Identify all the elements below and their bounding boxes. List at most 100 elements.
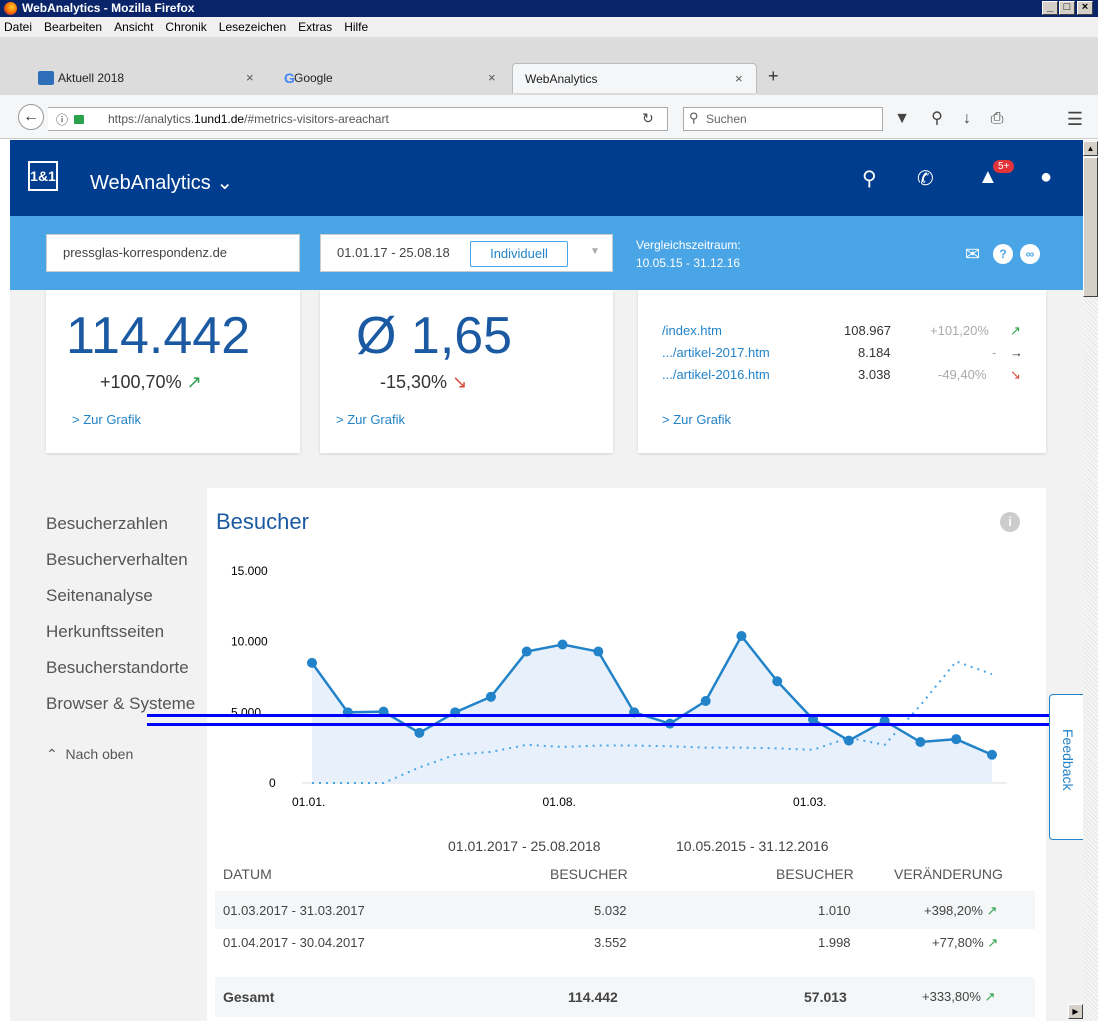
column-header-datum: DATUM	[223, 866, 272, 882]
url-input[interactable]: https://analytics.1und1.de/#metrics-visi…	[48, 107, 668, 131]
page-link[interactable]: /index.htm	[662, 323, 722, 338]
menu-chronik[interactable]: Chronik	[165, 20, 206, 34]
menu-bar: Datei Bearbeiten Ansicht Chronik Lesezeichen…	[0, 17, 1098, 37]
hamburger-menu-icon[interactable]: ☰	[1063, 107, 1087, 131]
tab-aktuell-2018[interactable]: Aktuell 2018 ×	[20, 63, 270, 93]
menu-extras[interactable]: Extras	[298, 20, 332, 34]
dropdown-arrow-icon[interactable]: ▼	[590, 246, 600, 257]
tab-google[interactable]: G Google ×	[270, 63, 510, 93]
page-link[interactable]: .../artikel-2017.htm	[662, 345, 770, 360]
page-link[interactable]: .../artikel-2016.htm	[662, 367, 770, 382]
tab-webanalytics[interactable]: WebAnalytics ×	[512, 63, 757, 93]
top-pages-list: /index.htm 108.967 +101,20% ↗ .../artikel-2…	[662, 320, 1032, 386]
individuell-button[interactable]: Individuell	[470, 241, 568, 267]
visitors-value: 114.442	[66, 307, 251, 365]
close-tab-icon[interactable]: ×	[488, 63, 496, 93]
new-tab-button[interactable]: +	[768, 66, 779, 87]
reload-icon[interactable]: ↻	[642, 110, 654, 127]
close-window-button[interactable]: ×	[1077, 1, 1093, 15]
data-point[interactable]	[700, 696, 711, 707]
visitors-chart-link[interactable]: > Zur Grafik	[72, 412, 141, 427]
maximize-button[interactable]: □	[1059, 1, 1075, 15]
y-tick-label: 15.000	[231, 564, 268, 578]
download-icon[interactable]: ↓	[955, 107, 979, 131]
overlay-line-bottom	[147, 723, 1098, 726]
user-icon[interactable]: ●	[1040, 166, 1052, 189]
column-header-besucher-a: BESUCHER	[550, 866, 628, 882]
menu-hilfe[interactable]: Hilfe	[344, 20, 368, 34]
sidebar-item-besucherzahlen[interactable]: Besucherzahlen	[46, 514, 207, 534]
trend-up-icon: ↗	[186, 372, 202, 392]
phone-icon[interactable]: ✆	[917, 166, 934, 191]
close-tab-icon[interactable]: ×	[246, 63, 254, 93]
search-icon: ⚲	[689, 110, 699, 125]
total-visitors-b: 57.013	[804, 989, 847, 1005]
sidebar-item-herkunftsseiten[interactable]: Herkunftsseiten	[46, 622, 207, 642]
info-icon[interactable]: i	[1000, 512, 1020, 532]
pocket-icon[interactable]: ▼	[890, 107, 914, 131]
period-b-header: 10.05.2015 - 31.12.2016	[676, 838, 829, 854]
data-point[interactable]	[736, 631, 747, 642]
data-point[interactable]	[521, 646, 532, 657]
chart-title: Besucher	[216, 509, 309, 534]
total-change: +333,80% ↗	[922, 989, 995, 1005]
data-point[interactable]	[915, 737, 926, 748]
date-range-selector[interactable]: 01.01.17 - 25.08.18	[320, 234, 613, 272]
compare-period[interactable]: Vergleichszeitraum: 10.05.15 - 31.12.16	[636, 236, 741, 272]
menu-bearbeiten[interactable]: Bearbeiten	[44, 20, 102, 34]
window-title-bar: WebAnalytics - Mozilla Firefox	[0, 0, 1098, 17]
data-point[interactable]	[307, 657, 317, 668]
row-visitors-b: 1.010	[818, 903, 851, 918]
pages-chart-link[interactable]: > Zur Grafik	[662, 412, 731, 427]
page-change: +101,20%	[930, 323, 989, 338]
close-tab-icon[interactable]: ×	[735, 64, 743, 94]
scrollbar-thumb[interactable]	[1083, 157, 1098, 297]
menu-datei[interactable]: Datei	[4, 20, 32, 34]
data-point[interactable]	[557, 639, 568, 650]
info-icon[interactable]: ⓘ	[56, 111, 68, 128]
total-visitors-a: 114.442	[568, 989, 618, 1005]
date-range-value: 01.01.17 - 25.08.18	[337, 245, 450, 260]
column-header-besucher-b: BESUCHER	[776, 866, 854, 882]
domain-selector[interactable]: pressglas-korrespondenz.de	[46, 234, 300, 272]
search-icon[interactable]: ⚲	[925, 107, 949, 131]
data-point[interactable]	[772, 676, 783, 687]
search-input[interactable]: Suchen	[683, 107, 883, 131]
data-point[interactable]	[987, 749, 997, 760]
brand-logo[interactable]: 1&1	[28, 161, 58, 191]
menu-lesezeichen[interactable]: Lesezeichen	[219, 20, 286, 34]
chevron-up-icon: ⌃	[46, 746, 58, 762]
app-title-dropdown[interactable]: WebAnalytics ⌄	[90, 170, 233, 195]
overlay-line-top	[147, 714, 1098, 717]
avg-chart-link[interactable]: > Zur Grafik	[336, 412, 405, 427]
back-button[interactable]: ←	[18, 104, 44, 130]
data-point[interactable]	[843, 735, 854, 746]
row-change-value: +77,80%	[932, 935, 984, 950]
help-icon[interactable]: ?	[993, 244, 1013, 264]
mail-icon[interactable]: ✉	[965, 244, 980, 265]
url-path: /#metrics-visitors-areachart	[244, 112, 389, 126]
notification-badge: 5+	[993, 160, 1015, 173]
data-point[interactable]	[414, 727, 425, 738]
trend-up-icon: ↗	[986, 903, 998, 918]
sidebar-item-seitenanalyse[interactable]: Seitenanalyse	[46, 586, 207, 606]
back-to-top-link[interactable]: ⌃ Nach oben	[46, 746, 133, 763]
link-icon[interactable]: ∞	[1020, 244, 1040, 264]
visitors-change: +100,70% ↗	[100, 372, 202, 393]
search-icon[interactable]: ⚲	[862, 166, 877, 191]
feedback-tab[interactable]: Feedback	[1049, 694, 1083, 840]
scroll-right-arrow-icon[interactable]: ▶	[1068, 1004, 1083, 1019]
data-point[interactable]	[485, 691, 496, 702]
page-count: 3.038	[858, 367, 891, 382]
app-title: WebAnalytics	[90, 172, 211, 194]
print-icon[interactable]: ⎙	[985, 107, 1009, 131]
menu-ansicht[interactable]: Ansicht	[114, 20, 153, 34]
data-point[interactable]	[951, 734, 962, 745]
sidebar-item-besucherstandorte[interactable]: Besucherstandorte	[46, 658, 207, 678]
data-point[interactable]	[593, 646, 604, 657]
sidebar-item-browser-systeme[interactable]: Browser & Systeme	[46, 694, 207, 714]
sidebar-item-besucherverhalten[interactable]: Besucherverhalten	[46, 550, 207, 570]
minimize-button[interactable]: _	[1042, 1, 1058, 15]
scroll-up-arrow-icon[interactable]: ▲	[1083, 141, 1098, 156]
y-tick-label: 0	[269, 776, 276, 790]
